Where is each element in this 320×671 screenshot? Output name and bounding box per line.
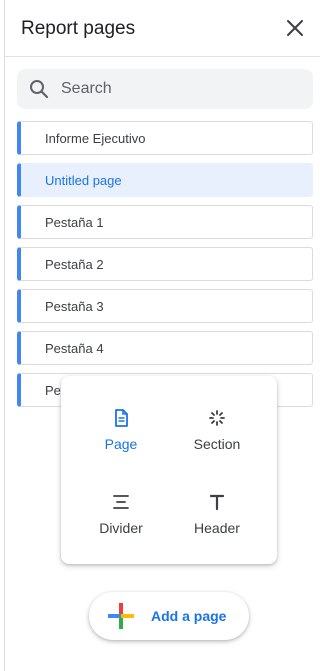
add-header-option[interactable]: Header <box>169 480 265 552</box>
page-item-pestana-1[interactable]: Pestaña 1 <box>17 205 313 239</box>
section-icon <box>209 410 225 426</box>
add-page-option[interactable]: Page <box>73 396 169 468</box>
page-item-label: Untitled page <box>45 173 122 188</box>
add-divider-option[interactable]: Divider <box>73 480 169 552</box>
page-item-label: Pestaña 3 <box>45 299 104 314</box>
close-icon <box>287 20 303 36</box>
page-item-label: Pestaña 4 <box>45 341 104 356</box>
page-item-label: Pestaña 1 <box>45 215 104 230</box>
add-section-option[interactable]: Section <box>169 396 265 468</box>
add-a-page-button[interactable]: Add a page <box>89 592 249 640</box>
page-item-untitled-page[interactable]: Untitled page <box>17 163 313 197</box>
add-a-page-label: Add a page <box>151 608 227 624</box>
page-item-label: Informe Ejecutivo <box>45 131 146 146</box>
text-header-icon <box>209 494 225 511</box>
search-icon <box>30 80 49 99</box>
panel-title: Report pages <box>21 18 136 39</box>
page-icon <box>115 409 128 427</box>
page-item-label: Pe <box>45 383 61 398</box>
page-item-pestana-4[interactable]: Pestaña 4 <box>17 331 313 365</box>
page-item-pestana-3[interactable]: Pestaña 3 <box>17 289 313 323</box>
add-section-label: Section <box>193 436 241 452</box>
search-input[interactable] <box>61 77 301 101</box>
search-box[interactable] <box>17 69 313 109</box>
page-item-informe-ejecutivo[interactable]: Informe Ejecutivo <box>17 121 313 155</box>
panel-header: Report pages <box>5 0 320 57</box>
close-button[interactable] <box>281 14 309 42</box>
report-pages-panel: Report pages Informe Ejecutivo Untitled … <box>4 0 320 671</box>
add-header-label: Header <box>194 520 240 536</box>
add-page-label: Page <box>104 436 138 452</box>
page-item-pestana-2[interactable]: Pestaña 2 <box>17 247 313 281</box>
page-item-label: Pestaña 2 <box>45 257 104 272</box>
page-list: Informe Ejecutivo Untitled page Pestaña … <box>17 121 313 415</box>
add-divider-label: Divider <box>99 520 143 536</box>
plus-icon <box>108 603 134 629</box>
divider-icon <box>113 495 129 509</box>
add-menu-popup: Page Section Divider Header <box>61 376 277 564</box>
